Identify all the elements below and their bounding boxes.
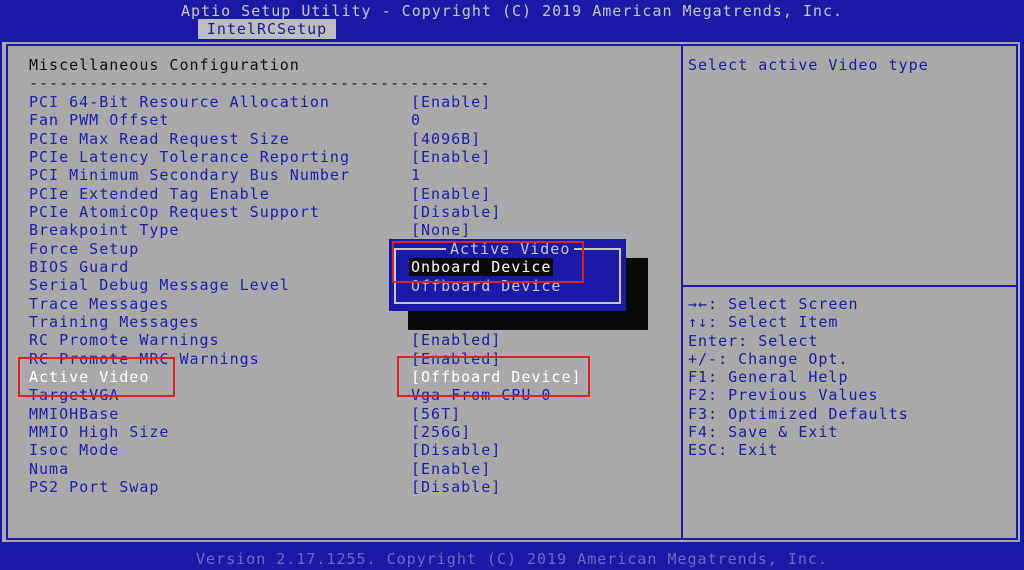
tab-intelrcsetup[interactable]: IntelRCSetup — [198, 19, 336, 39]
setting-row-numa[interactable]: Numa [Enable] — [0, 460, 680, 478]
help-text: Select active Video type — [688, 56, 929, 74]
setting-label: PCIe AtomicOp Request Support — [29, 203, 320, 221]
setting-row-ps2-port-swap[interactable]: PS2 Port Swap [Disable] — [0, 478, 680, 496]
setting-row-pcie-max-read[interactable]: PCIe Max Read Request Size [4096B] — [0, 130, 680, 148]
key-hint-enter: Enter: Select — [688, 331, 819, 350]
highlight-box-popup-option — [392, 241, 584, 283]
setting-row-mmiohbase[interactable]: MMIOHBase [56T] — [0, 405, 680, 423]
key-hint-f1: F1: General Help — [688, 368, 849, 387]
title-bar: Aptio Setup Utility - Copyright (C) 2019… — [0, 0, 1024, 40]
setting-label: Force Setup — [29, 240, 140, 258]
key-legend: →←: Select Screen ↑↓: Select Item Enter:… — [688, 295, 909, 460]
setting-row-isoc-mode[interactable]: Isoc Mode [Disable] — [0, 441, 680, 459]
setting-row-pcie-latency[interactable]: PCIe Latency Tolerance Reporting [Enable] — [0, 148, 680, 166]
setting-row-pcie-ext-tag[interactable]: PCIe Extended Tag Enable [Enable] — [0, 185, 680, 203]
setting-label: Serial Debug Message Level — [29, 276, 290, 294]
key-hint-f3: F3: Optimized Defaults — [688, 404, 909, 423]
setting-row-pcie-atomicop[interactable]: PCIe AtomicOp Request Support [Disable] — [0, 203, 680, 221]
setting-value[interactable]: [Disable] — [411, 441, 501, 459]
setting-label: PCIe Extended Tag Enable — [29, 185, 270, 203]
setting-value[interactable]: 0 — [411, 111, 421, 129]
section-title: Miscellaneous Configuration — [29, 56, 300, 74]
setting-label: MMIOHBase — [29, 405, 120, 423]
setting-label: Breakpoint Type — [29, 221, 180, 239]
setting-value[interactable]: [Enable] — [411, 460, 491, 478]
setting-label: Training Messages — [29, 313, 200, 331]
setting-row-pci-min-bus[interactable]: PCI Minimum Secondary Bus Number 1 — [0, 166, 680, 184]
setting-label: Trace Messages — [29, 295, 170, 313]
setting-label: PS2 Port Swap — [29, 478, 160, 496]
section-separator: ----------------------------------------… — [29, 74, 491, 92]
setting-label: PCIe Max Read Request Size — [29, 130, 290, 148]
setting-label: Isoc Mode — [29, 441, 120, 459]
setting-label: BIOS Guard — [29, 258, 130, 276]
setting-value[interactable]: [Enable] — [411, 148, 491, 166]
setting-label: RC Promote Warnings — [29, 331, 220, 349]
setting-label: PCI 64-Bit Resource Allocation — [29, 93, 330, 111]
highlight-box-active-video-value — [397, 356, 590, 397]
setting-label: PCIe Latency Tolerance Reporting — [29, 148, 350, 166]
highlight-box-active-video-label — [18, 357, 175, 397]
panel-divider — [681, 44, 683, 540]
setting-row-fan-pwm[interactable]: Fan PWM Offset 0 — [0, 111, 680, 129]
setting-value[interactable]: [Disable] — [411, 478, 501, 496]
setting-row-breakpoint[interactable]: Breakpoint Type [None] — [0, 221, 680, 239]
setting-value[interactable]: [Enable] — [411, 185, 491, 203]
setting-value[interactable]: [4096B] — [411, 130, 481, 148]
key-hint-change-opt: +/-: Change Opt. — [688, 349, 849, 368]
help-separator — [683, 285, 1018, 287]
key-hint-f2: F2: Previous Values — [688, 386, 879, 405]
setting-label: MMIO High Size — [29, 423, 170, 441]
setting-label: PCI Minimum Secondary Bus Number — [29, 166, 350, 184]
setting-value[interactable]: [Enable] — [411, 93, 491, 111]
app-title: Aptio Setup Utility - Copyright (C) 2019… — [180, 2, 844, 20]
setting-value[interactable]: [None] — [411, 221, 471, 239]
setting-value[interactable]: [Disable] — [411, 203, 501, 221]
setting-value[interactable]: [256G] — [411, 423, 471, 441]
setting-value[interactable]: [56T] — [411, 405, 461, 423]
key-hint-f4: F4: Save & Exit — [688, 423, 839, 442]
setting-value[interactable]: 1 — [411, 166, 421, 184]
key-hint-select-item: ↑↓: Select Item — [688, 313, 839, 332]
key-hint-select-screen: →←: Select Screen — [688, 295, 859, 313]
key-hint-esc: ESC: Exit — [688, 441, 779, 460]
setting-row-pci-64bit[interactable]: PCI 64-Bit Resource Allocation [Enable] — [0, 93, 680, 111]
setting-row-rc-promote-warnings[interactable]: RC Promote Warnings [Enabled] — [0, 331, 680, 349]
setting-label: Fan PWM Offset — [29, 111, 170, 129]
setting-value[interactable]: [Enabled] — [411, 331, 501, 349]
version-footer: Version 2.17.1255. Copyright (C) 2019 Am… — [0, 548, 1024, 570]
setting-row-mmio-high-size[interactable]: MMIO High Size [256G] — [0, 423, 680, 441]
setting-label: Numa — [29, 460, 70, 478]
